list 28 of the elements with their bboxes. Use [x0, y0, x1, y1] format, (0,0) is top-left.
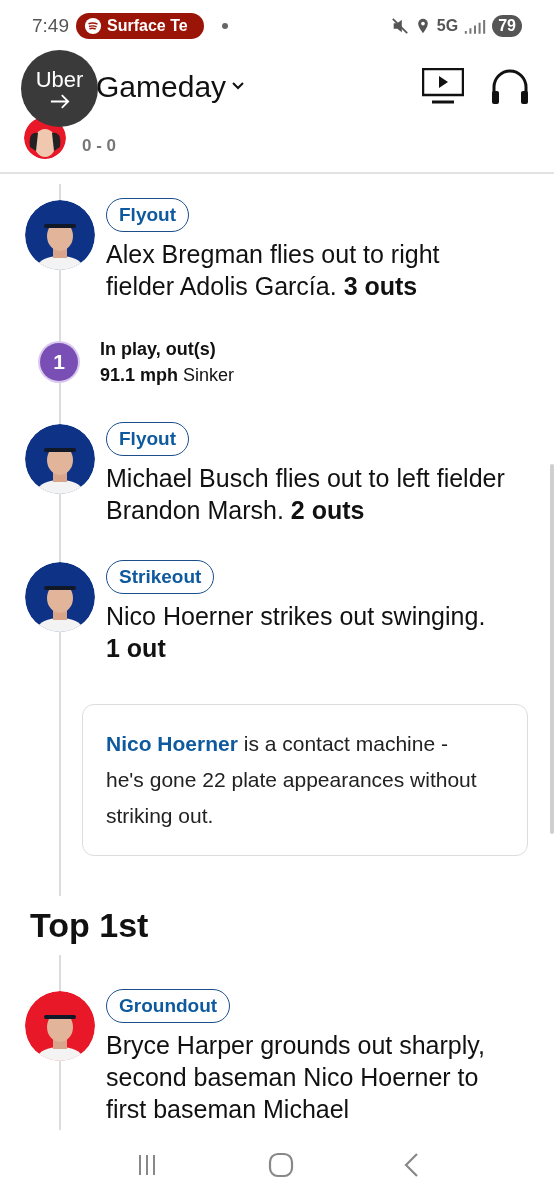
home-icon[interactable] — [268, 1152, 294, 1178]
floating-app-bubble[interactable]: Uber — [21, 50, 98, 127]
signal-icon — [464, 18, 487, 34]
chevron-down-icon[interactable] — [232, 82, 245, 90]
network-label: 5G — [436, 16, 459, 36]
headphones-icon[interactable] — [490, 67, 530, 105]
back-icon[interactable] — [403, 1152, 420, 1178]
play-description: Alex Bregman flies out to right fielder Adolis García. 3 outs — [106, 239, 441, 302]
pitch-number: 1 — [40, 343, 78, 381]
play-description: Nico Hoerner strikes out swinging. 1 out — [106, 601, 487, 664]
page-title[interactable]: Gameday — [96, 63, 227, 109]
play-description: Bryce Harper grounds out sharply, second baseman Nico Hoerner to first baseman Michael — [106, 1030, 486, 1125]
battery-indicator: 79 — [492, 15, 522, 37]
pitch-detail: 91.1 mph Sinker — [100, 364, 235, 387]
media-chip[interactable]: Surface Te — [76, 13, 204, 39]
fact-text: Nico Hoerner is a contact machine - he's gone 22 plate appearances without striking out. — [106, 731, 478, 829]
play-description: Michael Busch flies out to left fielder Brandon Marsh. 2 outs — [106, 463, 506, 526]
clock: 7:49 — [32, 13, 69, 38]
player-link[interactable]: Nico Hoerner — [106, 732, 238, 755]
notification-dot-icon — [221, 23, 228, 29]
bubble-label: Uber — [35, 68, 84, 92]
tv-play-icon[interactable] — [422, 68, 464, 104]
pitch-result: In play, out(s) — [100, 338, 217, 361]
arrow-right-icon — [49, 94, 70, 109]
scrollbar[interactable] — [550, 464, 554, 834]
score: 0 - 0 — [82, 135, 117, 158]
music-app-icon — [84, 17, 102, 35]
mute-icon — [390, 17, 409, 35]
